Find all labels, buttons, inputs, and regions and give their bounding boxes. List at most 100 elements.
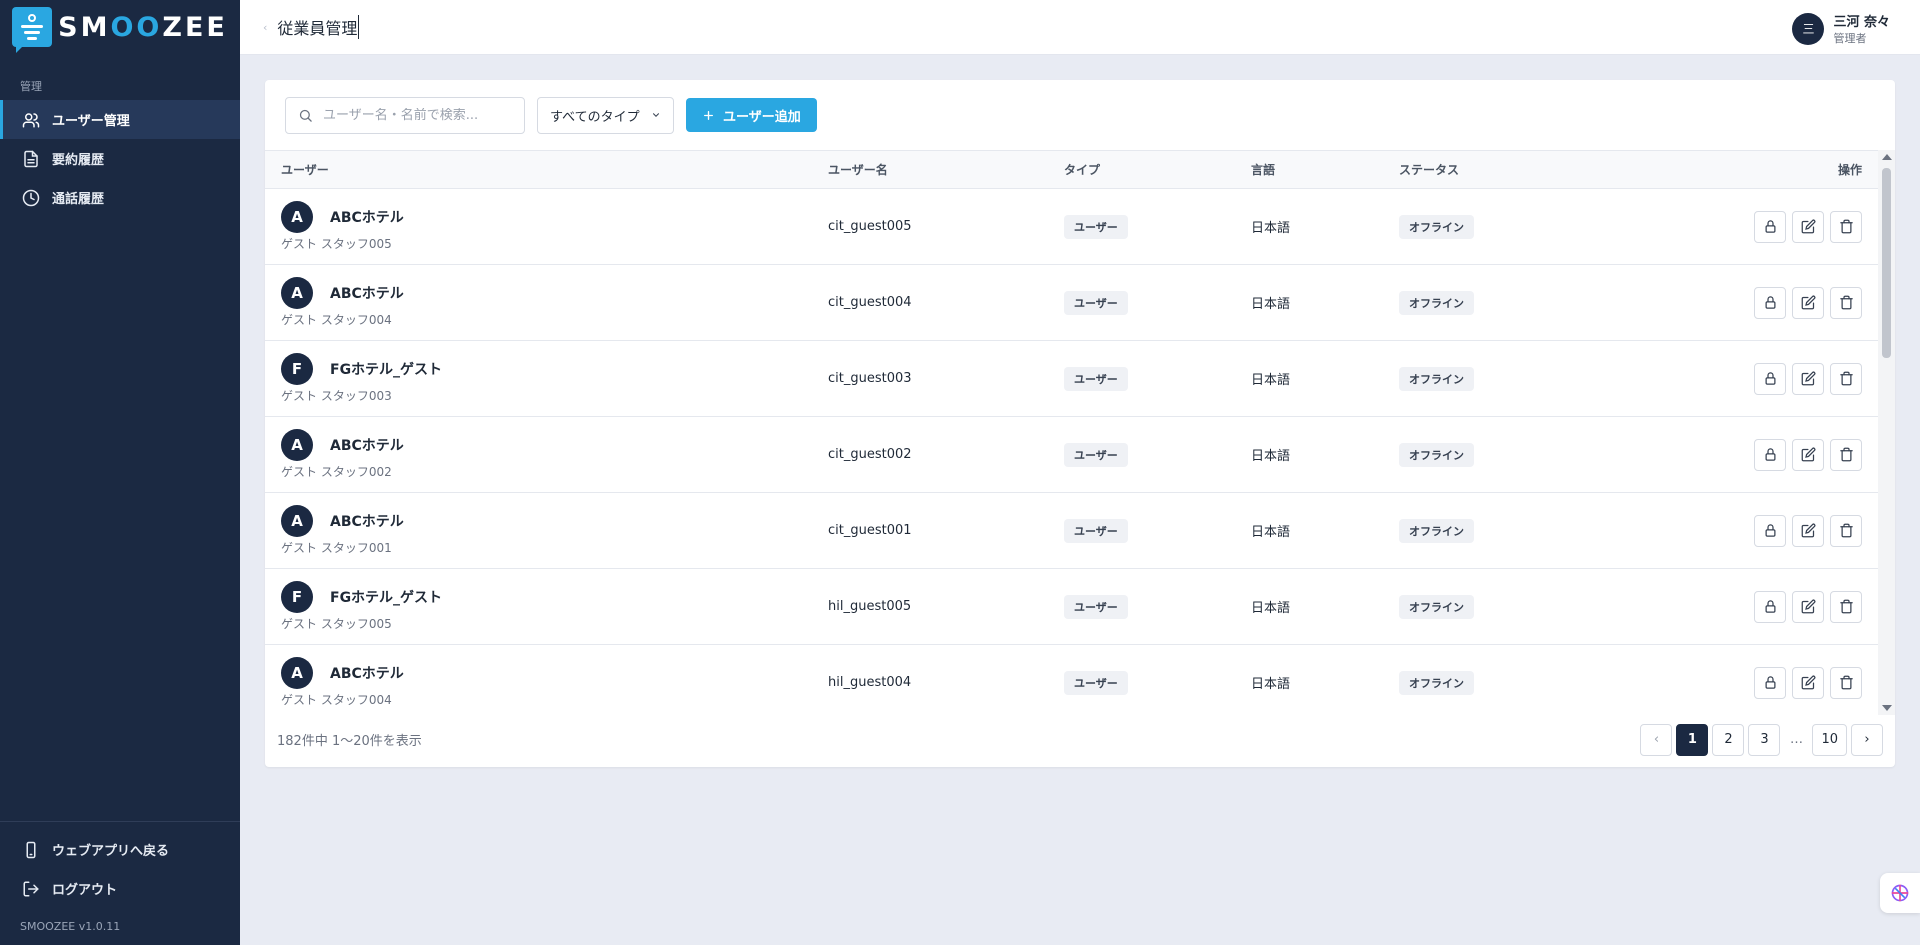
column-header-actions: 操作: [1837, 163, 1862, 177]
page-button[interactable]: 3: [1748, 723, 1781, 756]
edit-icon: [1801, 295, 1815, 310]
cell-username: cit_guest001: [828, 523, 912, 538]
sidebar-item-summary-history[interactable]: 要約履歴: [0, 139, 240, 178]
column-header-status[interactable]: ステータス: [1399, 151, 1599, 189]
type-badge: ユーザー: [1064, 442, 1128, 467]
lock-button[interactable]: [1754, 286, 1786, 319]
avatar: 三: [1792, 12, 1825, 45]
avatar: A: [281, 429, 313, 461]
edit-button[interactable]: [1792, 438, 1824, 471]
edit-button[interactable]: [1792, 210, 1824, 243]
staff-name: ゲスト スタッフ002: [281, 465, 392, 479]
table-row[interactable]: F FGホテル_ゲスト ゲスト スタッフ005 hil_guest005 ユーザー 日本語…: [265, 569, 1878, 645]
table-scrollbar[interactable]: [1878, 150, 1895, 715]
sidebar: SMOOZEE 管理 ユーザー管理 要約履歴 通話履歴 ウェブアプリへ戻る ログ…: [0, 0, 240, 945]
table-row[interactable]: A ABCホテル ゲスト スタッフ005 cit_guest005 ユーザー 日本語 オフラ…: [265, 189, 1878, 265]
table-row[interactable]: A ABCホテル ゲスト スタッフ002 cit_guest002 ユーザー 日本語 オフラ…: [265, 417, 1878, 493]
delete-button[interactable]: [1830, 210, 1862, 243]
type-badge: ユーザー: [1064, 366, 1128, 391]
cell-language: 日本語: [1251, 677, 1291, 692]
status-badge: オフライン: [1399, 442, 1474, 467]
organization-name: FGホテル_ゲスト: [330, 590, 443, 606]
app-logo[interactable]: SMOOZEE: [0, 0, 240, 54]
type-badge: ユーザー: [1064, 290, 1128, 315]
type-badge: ユーザー: [1064, 518, 1128, 543]
cell-user: A ABCホテル ゲスト スタッフ004: [265, 265, 828, 341]
sidebar-item-label: 要約履歴: [52, 153, 105, 168]
table-row[interactable]: A ABCホテル ゲスト スタッフ004 hil_guest004 ユーザー 日本語 オフラ…: [265, 645, 1878, 711]
sidebar-item-label: 通話履歴: [52, 192, 105, 207]
back-to-webapp-link[interactable]: ウェブアプリへ戻る: [0, 830, 240, 869]
table-row[interactable]: A ABCホテル ゲスト スタッフ004 cit_guest004 ユーザー 日本語 オフラ…: [265, 265, 1878, 341]
edit-button[interactable]: [1792, 590, 1824, 623]
clock-icon: [22, 189, 40, 206]
user-menu[interactable]: 三 三河 奈々 管理者: [1792, 11, 1890, 46]
toolbar: すべてのタイプ ユーザー追加: [265, 80, 1895, 150]
avatar: A: [281, 201, 313, 233]
users-icon: [22, 112, 40, 127]
edit-button[interactable]: [1792, 666, 1824, 699]
delete-button[interactable]: [1830, 666, 1862, 699]
edit-icon: [1801, 447, 1815, 462]
page-button[interactable]: 10: [1812, 723, 1847, 756]
back-chevron-icon[interactable]: ‹: [263, 21, 267, 34]
lock-button[interactable]: [1754, 210, 1786, 243]
assistant-float-button[interactable]: [1880, 873, 1920, 913]
cell-status: オフライン: [1399, 265, 1599, 341]
edit-icon: [1801, 371, 1815, 386]
column-header-username[interactable]: ユーザー名: [828, 151, 1064, 189]
status-badge: オフライン: [1399, 594, 1474, 619]
lock-icon: [1765, 676, 1775, 689]
delete-button[interactable]: [1830, 514, 1862, 547]
user-table: ユーザー ユーザー名 タイプ 言語 ステータス 操作 A ABCホテル ゲスト スタ…: [265, 150, 1878, 710]
lock-button[interactable]: [1754, 514, 1786, 547]
next-page-button[interactable]: ›: [1851, 723, 1883, 756]
edit-button[interactable]: [1792, 514, 1824, 547]
sidebar-item-call-history[interactable]: 通話履歴: [0, 178, 240, 217]
cell-username: cit_guest003: [828, 371, 912, 386]
type-filter-select[interactable]: すべてのタイプ: [537, 96, 674, 134]
lock-icon: [1765, 448, 1775, 461]
table-row[interactable]: A ABCホテル ゲスト スタッフ001 cit_guest001 ユーザー 日本語 オフラ…: [265, 493, 1878, 569]
column-header-language[interactable]: 言語: [1251, 151, 1399, 189]
lock-icon: [1765, 296, 1775, 309]
search-input[interactable]: [323, 107, 513, 123]
scroll-thumb[interactable]: [1882, 168, 1891, 358]
type-filter-value: すべてのタイプ: [550, 109, 640, 125]
column-header-type[interactable]: タイプ: [1064, 151, 1251, 189]
cell-type: ユーザー: [1064, 645, 1251, 711]
lock-button[interactable]: [1754, 666, 1786, 699]
user-list-card: すべてのタイプ ユーザー追加 ユーザー ユーザー名 タイプ 言語 ステータス 操…: [265, 80, 1895, 767]
delete-button[interactable]: [1830, 286, 1862, 319]
search-box[interactable]: [285, 96, 525, 134]
cell-actions: [1599, 493, 1878, 569]
edit-button[interactable]: [1792, 286, 1824, 319]
logo-icon: [12, 7, 53, 53]
scroll-down-arrow[interactable]: [1882, 705, 1892, 711]
add-user-button[interactable]: ユーザー追加: [686, 98, 817, 132]
lock-button[interactable]: [1754, 362, 1786, 395]
prev-page-button[interactable]: ‹: [1640, 723, 1673, 756]
page-button[interactable]: 1: [1676, 723, 1709, 756]
sidebar-item-label: ウェブアプリへ戻る: [52, 844, 170, 859]
sidebar-item-user-management[interactable]: ユーザー管理: [0, 100, 240, 139]
delete-button[interactable]: [1830, 438, 1862, 471]
cell-actions: [1599, 189, 1878, 265]
plus-icon: [704, 110, 713, 120]
delete-button[interactable]: [1830, 362, 1862, 395]
status-badge: オフライン: [1399, 518, 1474, 543]
table-row[interactable]: F FGホテル_ゲスト ゲスト スタッフ003 cit_guest003 ユーザー 日本語…: [265, 341, 1878, 417]
cell-user: A ABCホテル ゲスト スタッフ004: [265, 645, 828, 711]
scroll-up-arrow[interactable]: [1882, 154, 1892, 160]
cell-status: オフライン: [1399, 493, 1599, 569]
edit-button[interactable]: [1792, 362, 1824, 395]
logout-button[interactable]: ログアウト: [0, 869, 240, 908]
delete-button[interactable]: [1830, 590, 1862, 623]
column-header-user[interactable]: ユーザー: [265, 151, 828, 189]
cell-type: ユーザー: [1064, 189, 1251, 265]
lock-button[interactable]: [1754, 438, 1786, 471]
lock-button[interactable]: [1754, 590, 1786, 623]
phone-icon: [26, 841, 36, 858]
nav-section-label: 管理: [20, 80, 42, 93]
page-button[interactable]: 2: [1712, 723, 1745, 756]
